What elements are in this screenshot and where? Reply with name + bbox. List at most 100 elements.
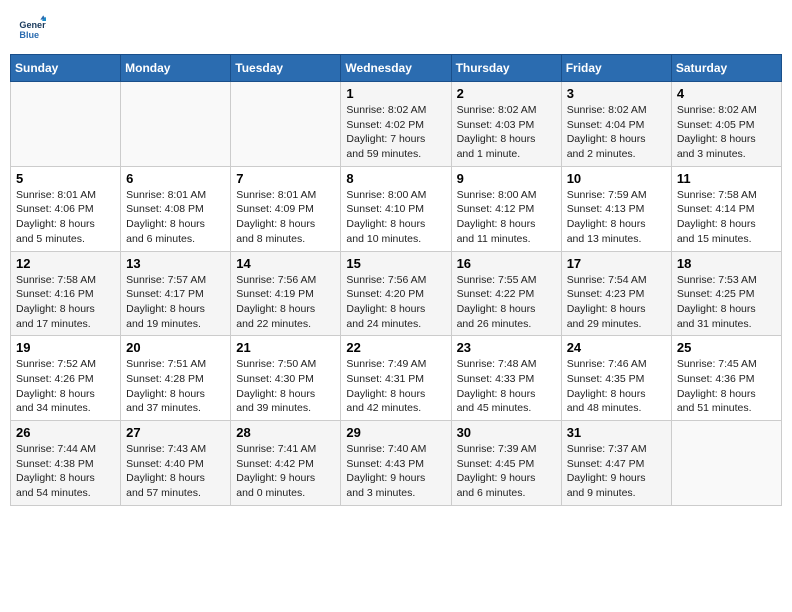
calendar-cell bbox=[671, 421, 781, 506]
cell-content: Sunrise: 7:55 AM Sunset: 4:22 PM Dayligh… bbox=[457, 273, 556, 332]
day-number: 18 bbox=[677, 256, 776, 271]
cell-content: Sunrise: 7:59 AM Sunset: 4:13 PM Dayligh… bbox=[567, 188, 666, 247]
calendar-cell: 23 Sunrise: 7:48 AM Sunset: 4:33 PM Dayli… bbox=[451, 336, 561, 421]
column-header-thursday: Thursday bbox=[451, 55, 561, 82]
calendar-cell: 26 Sunrise: 7:44 AM Sunset: 4:38 PM Dayli… bbox=[11, 421, 121, 506]
cell-content: Sunrise: 7:51 AM Sunset: 4:28 PM Dayligh… bbox=[126, 357, 225, 416]
calendar-body: 1Sunrise: 8:02 AM Sunset: 4:02 PM Daylig… bbox=[11, 82, 782, 506]
calendar-cell: 25 Sunrise: 7:45 AM Sunset: 4:36 PM Dayli… bbox=[671, 336, 781, 421]
calendar-cell: 20 Sunrise: 7:51 AM Sunset: 4:28 PM Dayli… bbox=[121, 336, 231, 421]
day-number: 19 bbox=[16, 340, 115, 355]
cell-content: Sunrise: 7:37 AM Sunset: 4:47 PM Dayligh… bbox=[567, 442, 666, 501]
cell-content: Sunrise: 7:40 AM Sunset: 4:43 PM Dayligh… bbox=[346, 442, 445, 501]
calendar-cell: 31 Sunrise: 7:37 AM Sunset: 4:47 PM Dayli… bbox=[561, 421, 671, 506]
day-number: 21 bbox=[236, 340, 335, 355]
cell-content: Sunrise: 7:43 AM Sunset: 4:40 PM Dayligh… bbox=[126, 442, 225, 501]
cell-content: Sunrise: 7:56 AM Sunset: 4:20 PM Dayligh… bbox=[346, 273, 445, 332]
logo-icon: General Blue bbox=[18, 14, 46, 42]
day-number: 13 bbox=[126, 256, 225, 271]
calendar-cell: 30Sunrise: 7:39 AM Sunset: 4:45 PM Dayli… bbox=[451, 421, 561, 506]
cell-content: Sunrise: 8:01 AM Sunset: 4:09 PM Dayligh… bbox=[236, 188, 335, 247]
cell-content: Sunrise: 7:52 AM Sunset: 4:26 PM Dayligh… bbox=[16, 357, 115, 416]
cell-content: Sunrise: 8:02 AM Sunset: 4:03 PM Dayligh… bbox=[457, 103, 556, 162]
cell-content: Sunrise: 8:02 AM Sunset: 4:04 PM Dayligh… bbox=[567, 103, 666, 162]
week-row-1: 1Sunrise: 8:02 AM Sunset: 4:02 PM Daylig… bbox=[11, 82, 782, 167]
cell-content: Sunrise: 7:44 AM Sunset: 4:38 PM Dayligh… bbox=[16, 442, 115, 501]
calendar-cell: 15 Sunrise: 7:56 AM Sunset: 4:20 PM Dayli… bbox=[341, 251, 451, 336]
page-header: General Blue bbox=[10, 10, 782, 46]
column-header-friday: Friday bbox=[561, 55, 671, 82]
cell-content: Sunrise: 7:54 AM Sunset: 4:23 PM Dayligh… bbox=[567, 273, 666, 332]
column-header-monday: Monday bbox=[121, 55, 231, 82]
calendar-cell: 18Sunrise: 7:53 AM Sunset: 4:25 PM Dayli… bbox=[671, 251, 781, 336]
day-number: 28 bbox=[236, 425, 335, 440]
cell-content: Sunrise: 8:01 AM Sunset: 4:08 PM Dayligh… bbox=[126, 188, 225, 247]
calendar-cell bbox=[121, 82, 231, 167]
calendar-cell: 8 Sunrise: 8:00 AM Sunset: 4:10 PM Daylig… bbox=[341, 166, 451, 251]
day-number: 11 bbox=[677, 171, 776, 186]
calendar-cell: 7 Sunrise: 8:01 AM Sunset: 4:09 PM Daylig… bbox=[231, 166, 341, 251]
day-number: 7 bbox=[236, 171, 335, 186]
day-number: 8 bbox=[346, 171, 445, 186]
day-number: 25 bbox=[677, 340, 776, 355]
week-row-5: 26 Sunrise: 7:44 AM Sunset: 4:38 PM Dayli… bbox=[11, 421, 782, 506]
logo: General Blue bbox=[18, 14, 50, 42]
week-row-2: 5Sunrise: 8:01 AM Sunset: 4:06 PM Daylig… bbox=[11, 166, 782, 251]
day-number: 10 bbox=[567, 171, 666, 186]
calendar-cell bbox=[231, 82, 341, 167]
day-number: 30 bbox=[457, 425, 556, 440]
calendar-cell: 10 Sunrise: 7:59 AM Sunset: 4:13 PM Dayli… bbox=[561, 166, 671, 251]
cell-content: Sunrise: 7:56 AM Sunset: 4:19 PM Dayligh… bbox=[236, 273, 335, 332]
day-number: 15 bbox=[346, 256, 445, 271]
cell-content: Sunrise: 8:00 AM Sunset: 4:10 PM Dayligh… bbox=[346, 188, 445, 247]
calendar-cell: 2 Sunrise: 8:02 AM Sunset: 4:03 PM Daylig… bbox=[451, 82, 561, 167]
day-number: 17 bbox=[567, 256, 666, 271]
calendar-cell: 24Sunrise: 7:46 AM Sunset: 4:35 PM Dayli… bbox=[561, 336, 671, 421]
day-number: 23 bbox=[457, 340, 556, 355]
column-header-wednesday: Wednesday bbox=[341, 55, 451, 82]
calendar-cell: 13Sunrise: 7:57 AM Sunset: 4:17 PM Dayli… bbox=[121, 251, 231, 336]
day-number: 20 bbox=[126, 340, 225, 355]
week-row-4: 19 Sunrise: 7:52 AM Sunset: 4:26 PM Dayli… bbox=[11, 336, 782, 421]
day-number: 2 bbox=[457, 86, 556, 101]
calendar-header: SundayMondayTuesdayWednesdayThursdayFrid… bbox=[11, 55, 782, 82]
cell-content: Sunrise: 7:41 AM Sunset: 4:42 PM Dayligh… bbox=[236, 442, 335, 501]
calendar-cell: 21 Sunrise: 7:50 AM Sunset: 4:30 PM Dayli… bbox=[231, 336, 341, 421]
week-row-3: 12Sunrise: 7:58 AM Sunset: 4:16 PM Dayli… bbox=[11, 251, 782, 336]
calendar-cell: 19 Sunrise: 7:52 AM Sunset: 4:26 PM Dayli… bbox=[11, 336, 121, 421]
calendar-cell: 17 Sunrise: 7:54 AM Sunset: 4:23 PM Dayli… bbox=[561, 251, 671, 336]
cell-content: Sunrise: 7:46 AM Sunset: 4:35 PM Dayligh… bbox=[567, 357, 666, 416]
column-header-tuesday: Tuesday bbox=[231, 55, 341, 82]
day-number: 9 bbox=[457, 171, 556, 186]
calendar-cell: 27 Sunrise: 7:43 AM Sunset: 4:40 PM Dayli… bbox=[121, 421, 231, 506]
calendar-table: SundayMondayTuesdayWednesdayThursdayFrid… bbox=[10, 54, 782, 506]
cell-content: Sunrise: 7:50 AM Sunset: 4:30 PM Dayligh… bbox=[236, 357, 335, 416]
svg-text:General: General bbox=[19, 20, 46, 30]
calendar-cell: 3 Sunrise: 8:02 AM Sunset: 4:04 PM Daylig… bbox=[561, 82, 671, 167]
calendar-cell: 6 Sunrise: 8:01 AM Sunset: 4:08 PM Daylig… bbox=[121, 166, 231, 251]
svg-text:Blue: Blue bbox=[19, 30, 39, 40]
column-header-sunday: Sunday bbox=[11, 55, 121, 82]
day-number: 29 bbox=[346, 425, 445, 440]
day-number: 22 bbox=[346, 340, 445, 355]
calendar-cell: 12Sunrise: 7:58 AM Sunset: 4:16 PM Dayli… bbox=[11, 251, 121, 336]
calendar-cell: 22 Sunrise: 7:49 AM Sunset: 4:31 PM Dayli… bbox=[341, 336, 451, 421]
cell-content: Sunrise: 7:49 AM Sunset: 4:31 PM Dayligh… bbox=[346, 357, 445, 416]
day-number: 3 bbox=[567, 86, 666, 101]
cell-content: Sunrise: 8:01 AM Sunset: 4:06 PM Dayligh… bbox=[16, 188, 115, 247]
day-number: 12 bbox=[16, 256, 115, 271]
cell-content: Sunrise: 7:58 AM Sunset: 4:14 PM Dayligh… bbox=[677, 188, 776, 247]
day-number: 16 bbox=[457, 256, 556, 271]
day-number: 6 bbox=[126, 171, 225, 186]
calendar-cell: 9Sunrise: 8:00 AM Sunset: 4:12 PM Daylig… bbox=[451, 166, 561, 251]
calendar-cell: 1Sunrise: 8:02 AM Sunset: 4:02 PM Daylig… bbox=[341, 82, 451, 167]
day-number: 31 bbox=[567, 425, 666, 440]
cell-content: Sunrise: 7:45 AM Sunset: 4:36 PM Dayligh… bbox=[677, 357, 776, 416]
day-number: 27 bbox=[126, 425, 225, 440]
calendar-cell bbox=[11, 82, 121, 167]
calendar-cell: 28 Sunrise: 7:41 AM Sunset: 4:42 PM Dayli… bbox=[231, 421, 341, 506]
calendar-cell: 14Sunrise: 7:56 AM Sunset: 4:19 PM Dayli… bbox=[231, 251, 341, 336]
calendar-cell: 11 Sunrise: 7:58 AM Sunset: 4:14 PM Dayli… bbox=[671, 166, 781, 251]
cell-content: Sunrise: 7:48 AM Sunset: 4:33 PM Dayligh… bbox=[457, 357, 556, 416]
day-number: 26 bbox=[16, 425, 115, 440]
